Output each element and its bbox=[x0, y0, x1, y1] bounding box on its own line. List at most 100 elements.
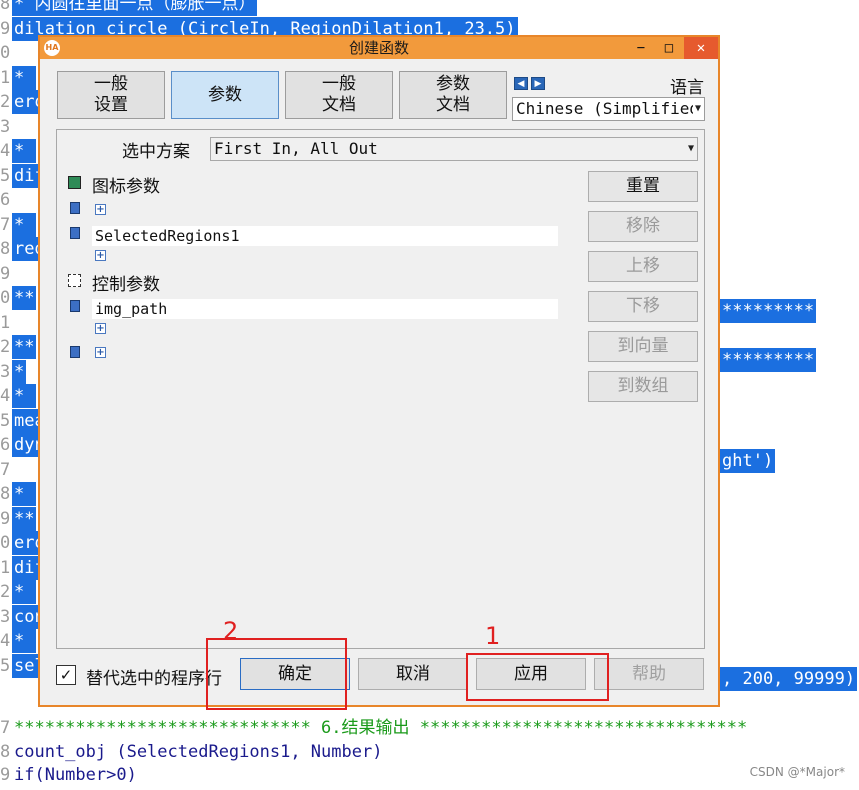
line-number: 0 bbox=[0, 43, 11, 63]
scheme-select[interactable]: First In, All Out ▼ bbox=[210, 137, 698, 161]
code-line-fragment[interactable]: ********* bbox=[720, 299, 817, 323]
code-line[interactable]: count_obj (SelectedRegions1, Number) bbox=[14, 740, 382, 764]
scheme-value: First In, All Out bbox=[214, 139, 378, 158]
code-line[interactable]: * bbox=[12, 482, 37, 506]
code-line-fragment[interactable]: ght') bbox=[720, 449, 776, 473]
parameter-icon bbox=[70, 300, 80, 312]
language-select[interactable]: Chinese (Simplified ▼ bbox=[512, 97, 705, 121]
line-number: 0 bbox=[0, 288, 11, 308]
line-number: 1 bbox=[0, 313, 11, 333]
icon-param-field[interactable]: SelectedRegions1 bbox=[92, 226, 558, 246]
code-line[interactable]: * bbox=[12, 213, 37, 237]
minimize-button[interactable]: − bbox=[628, 37, 654, 59]
line-number: 2 bbox=[0, 92, 11, 112]
line-number: 8 bbox=[0, 0, 11, 14]
code-line[interactable]: ***************************** 6.结果输出 ***… bbox=[14, 716, 747, 740]
line-number: 2 bbox=[0, 582, 11, 602]
icon-params-heading: 图标参数 bbox=[92, 177, 160, 197]
code-line[interactable]: * bbox=[12, 384, 37, 408]
tab-label: 参数 bbox=[208, 84, 242, 105]
help-button[interactable]: 帮助 bbox=[594, 658, 704, 690]
line-number: 4 bbox=[0, 631, 11, 651]
replace-lines-label: 替代选中的程序行 bbox=[86, 669, 222, 689]
code-line-fragment[interactable]: ********* bbox=[720, 348, 817, 372]
move-up-button[interactable]: 上移 bbox=[588, 251, 698, 282]
code-line-fragment[interactable]: , 200, 99999) bbox=[720, 667, 858, 691]
line-number: 9 bbox=[0, 264, 11, 284]
line-number: 8 bbox=[0, 239, 11, 259]
line-number: 7 bbox=[0, 460, 11, 480]
line-number: 3 bbox=[0, 362, 11, 382]
expand-plus-icon[interactable]: + bbox=[95, 323, 106, 334]
annotation-box-apply bbox=[466, 653, 609, 701]
line-number: 6 bbox=[0, 435, 11, 455]
tab-general-docs[interactable]: 一般 文档 bbox=[285, 71, 393, 119]
expand-plus-icon[interactable]: + bbox=[95, 204, 106, 215]
line-number: 1 bbox=[0, 558, 11, 578]
parameter-icon bbox=[70, 346, 80, 358]
tab-general-settings[interactable]: 一般 设置 bbox=[57, 71, 165, 119]
code-line[interactable]: ** bbox=[12, 507, 37, 531]
cancel-button[interactable]: 取消 bbox=[358, 658, 468, 690]
line-number: 8 bbox=[0, 484, 11, 504]
control-params-heading: 控制参数 bbox=[92, 275, 160, 295]
close-button[interactable]: ✕ bbox=[684, 37, 718, 59]
code-line[interactable]: * bbox=[12, 139, 37, 163]
dialog-titlebar[interactable]: HA 创建函数 − □ ✕ bbox=[40, 37, 718, 59]
tab-parameter-docs[interactable]: 参数 文档 bbox=[399, 71, 507, 119]
line-number: 0 bbox=[0, 533, 11, 553]
line-number: 2 bbox=[0, 337, 11, 357]
arrow-right-icon[interactable]: ▶ bbox=[531, 77, 545, 90]
line-number: 9 bbox=[0, 19, 11, 39]
code-line[interactable]: ** bbox=[12, 335, 37, 359]
code-line[interactable]: * bbox=[12, 360, 27, 384]
chevron-down-icon: ▼ bbox=[692, 98, 701, 120]
tab-parameters[interactable]: 参数 bbox=[171, 71, 279, 119]
tab-label: 一般 设置 bbox=[94, 74, 128, 115]
parameter-icon bbox=[70, 227, 80, 239]
create-function-dialog: HA 创建函数 − □ ✕ 一般 设置 参数 一般 文档 参数 文档 ◀ ▶ 语… bbox=[38, 35, 720, 707]
line-number: 7 bbox=[0, 215, 11, 235]
chevron-down-icon: ▼ bbox=[685, 138, 694, 160]
move-down-button[interactable]: 下移 bbox=[588, 291, 698, 322]
replace-lines-checkbox[interactable]: ✓ bbox=[56, 665, 76, 685]
control-parameter-icon bbox=[68, 274, 81, 287]
line-number: 9 bbox=[0, 509, 11, 529]
line-number: 3 bbox=[0, 607, 11, 627]
code-line[interactable]: * bbox=[12, 66, 37, 90]
reset-button[interactable]: 重置 bbox=[588, 171, 698, 202]
code-line[interactable]: * 内圆往里面一点（膨胀一点） bbox=[12, 0, 258, 16]
language-value: Chinese (Simplified bbox=[516, 99, 700, 118]
line-number: 6 bbox=[0, 190, 11, 210]
line-number: 5 bbox=[0, 166, 11, 186]
dialog-title: 创建函数 bbox=[348, 39, 409, 57]
tab-label: 一般 文档 bbox=[322, 74, 356, 115]
annotation-box-ok bbox=[206, 638, 347, 710]
arrow-left-icon[interactable]: ◀ bbox=[514, 77, 528, 90]
expand-plus-icon[interactable]: + bbox=[95, 347, 106, 358]
line-number: 4 bbox=[0, 141, 11, 161]
watermark: CSDN @*Major* bbox=[749, 765, 845, 779]
control-param-field[interactable]: img_path bbox=[92, 299, 558, 319]
tab-label: 参数 文档 bbox=[436, 74, 470, 115]
line-number: 5 bbox=[0, 656, 11, 676]
line-number: 5 bbox=[0, 411, 11, 431]
code-line[interactable]: ** bbox=[12, 286, 37, 310]
code-line[interactable]: if(Number>0) bbox=[14, 763, 137, 787]
line-number: 4 bbox=[0, 386, 11, 406]
line-number: 1 bbox=[0, 68, 11, 88]
maximize-button[interactable]: □ bbox=[656, 37, 682, 59]
annotation-number-1: 1 bbox=[485, 622, 501, 650]
code-line[interactable]: * bbox=[12, 629, 37, 653]
line-number: 3 bbox=[0, 117, 11, 137]
to-vector-button[interactable]: 到向量 bbox=[588, 331, 698, 362]
expand-plus-icon[interactable]: + bbox=[95, 250, 106, 261]
iconic-parameter-icon bbox=[68, 176, 81, 189]
code-line[interactable]: * bbox=[12, 580, 37, 604]
to-array-button[interactable]: 到数组 bbox=[588, 371, 698, 402]
parameter-icon bbox=[70, 202, 80, 214]
remove-button[interactable]: 移除 bbox=[588, 211, 698, 242]
line-number: 8 bbox=[0, 742, 11, 762]
line-number: 9 bbox=[0, 765, 11, 785]
line-number: 7 bbox=[0, 718, 11, 738]
